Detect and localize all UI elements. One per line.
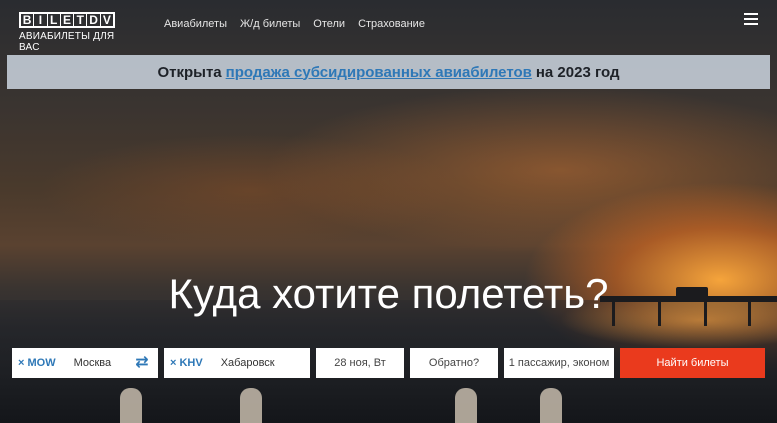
- background-pillar: [240, 388, 262, 423]
- passengers-field[interactable]: 1 пассажир, эконом: [504, 348, 614, 378]
- logo-tagline: АВИАБИЛЕТЫ ДЛЯ ВАС: [19, 31, 115, 53]
- depart-date-value: 28 ноя, Вт: [334, 357, 386, 369]
- logo-letter: E: [61, 14, 75, 26]
- logo-letter: I: [34, 14, 48, 26]
- nav-item-trains[interactable]: Ж/д билеты: [240, 18, 300, 30]
- return-date-value: Обратно?: [428, 357, 480, 369]
- logo-letter: D: [87, 14, 101, 26]
- logo-mark: B I L E T D V: [19, 12, 115, 28]
- main-nav: Авиабилеты Ж/д билеты Отели Страхование: [164, 18, 425, 30]
- banner-link[interactable]: продажа субсидированных авиабилетов: [226, 64, 532, 81]
- return-date-field[interactable]: Обратно?: [410, 348, 498, 378]
- background-pillar: [455, 388, 477, 423]
- background-pillar: [120, 388, 142, 423]
- origin-city: Москва: [73, 357, 112, 369]
- hero-title: Куда хотите полететь?: [168, 270, 609, 317]
- logo-letter: V: [102, 13, 111, 27]
- logo-letter: L: [48, 14, 61, 26]
- hamburger-icon[interactable]: [744, 13, 758, 25]
- search-button[interactable]: Найти билеты: [620, 348, 765, 378]
- banner-suffix: на 2023 год: [535, 63, 620, 81]
- promo-banner: Открыта продажа субсидированных авиабиле…: [7, 55, 770, 89]
- destination-field[interactable]: × KHV Хабаровск: [164, 348, 310, 378]
- depart-date-field[interactable]: 28 ноя, Вт: [316, 348, 404, 378]
- nav-item-insurance[interactable]: Страхование: [358, 18, 425, 30]
- logo-letter: B: [21, 14, 35, 26]
- origin-code[interactable]: × MOW: [18, 357, 56, 369]
- nav-item-flights[interactable]: Авиабилеты: [164, 18, 227, 30]
- logo[interactable]: B I L E T D V АВИАБИЛЕТЫ ДЛЯ ВАС: [19, 12, 119, 53]
- banner-prefix: Открыта: [157, 63, 222, 81]
- logo-letter: T: [74, 14, 88, 26]
- destination-code[interactable]: × KHV: [170, 357, 203, 369]
- destination-city: Хабаровск: [220, 357, 275, 369]
- swap-arrows-icon[interactable]: ⇄: [133, 355, 151, 371]
- background-pillar: [540, 388, 562, 423]
- nav-item-hotels[interactable]: Отели: [313, 18, 345, 30]
- passengers-value: 1 пассажир, эконом: [508, 357, 610, 369]
